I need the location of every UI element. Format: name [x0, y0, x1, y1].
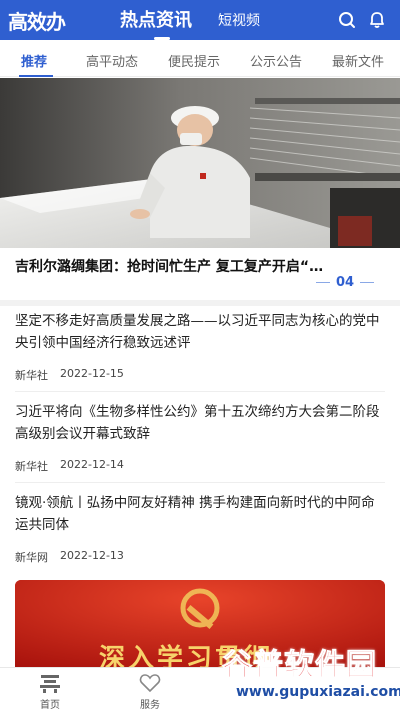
hero-title[interactable]: 吉利尔潞绸集团：抢时间忙生产 复工复产开启“…: [15, 256, 385, 276]
watermark: 谷普软件园 www.gupuxiazai.com: [218, 640, 400, 711]
pager-line-left: [316, 282, 330, 283]
subtab-recommend[interactable]: 推荐: [21, 51, 47, 70]
active-tab-indicator: [19, 75, 53, 77]
top-bar: 高效办 热点资讯 短视频: [0, 0, 400, 40]
subtab-latest-files[interactable]: 最新文件: [332, 51, 384, 70]
subtab-public-notices[interactable]: 公示公告: [250, 51, 302, 70]
tab-hot-news[interactable]: 热点资讯: [120, 6, 192, 40]
home-icon: [40, 675, 60, 693]
news-meta: 新华网 2022-12-13: [15, 549, 385, 565]
hero-carousel-image[interactable]: [0, 78, 400, 248]
news-source: 新华社: [15, 460, 48, 473]
news-date: 2022-12-15: [60, 367, 124, 380]
nav-home[interactable]: 首页: [20, 672, 80, 711]
bell-icon[interactable]: [366, 9, 388, 31]
news-source: 新华社: [15, 369, 48, 382]
list-divider: [15, 391, 385, 392]
category-tabs: 推荐 高平动态 便民提示 公示公告 最新文件: [0, 40, 400, 77]
watermark-url: www.gupuxiazai.com: [236, 684, 400, 700]
news-date: 2022-12-13: [60, 549, 124, 562]
section-divider: [0, 300, 400, 306]
list-divider: [15, 482, 385, 483]
news-title[interactable]: 镜观·领航丨弘扬中阿友好精神 携手构建面向新时代的中阿命运共同体: [15, 492, 385, 536]
list-item[interactable]: 镜观·领航丨弘扬中阿友好精神 携手构建面向新时代的中阿命运共同体 新华网 202…: [15, 492, 385, 565]
list-item[interactable]: 习近平将向《生物多样性公约》第十五次缔约方大会第二阶段高级别会议开幕式致辞 新华…: [15, 401, 385, 474]
news-meta: 新华社 2022-12-15: [15, 367, 385, 383]
pager-number: 04: [336, 275, 355, 290]
nav-service-label: 服务: [140, 700, 160, 711]
nav-service[interactable]: 服务: [120, 672, 180, 711]
news-source: 新华网: [15, 551, 48, 564]
news-title[interactable]: 坚定不移走好高质量发展之路——以习近平同志为核心的党中央引领中国经济行稳致远述评: [15, 310, 385, 354]
heart-icon: [139, 674, 161, 693]
nav-home-label: 首页: [40, 700, 60, 711]
carousel-pager: 04: [316, 275, 375, 290]
tab-short-video[interactable]: 短视频: [218, 10, 260, 30]
primary-tabs: 热点资讯 短视频: [120, 0, 260, 40]
hero-caption[interactable]: 吉利尔潞绸集团：抢时间忙生产 复工复产开启“… 04: [0, 248, 400, 300]
news-date: 2022-12-14: [60, 458, 124, 471]
subtab-gaoping-news[interactable]: 高平动态: [86, 51, 138, 70]
list-item[interactable]: 坚定不移走好高质量发展之路——以习近平同志为核心的党中央引领中国经济行稳致远述评…: [15, 310, 385, 383]
news-meta: 新华社 2022-12-14: [15, 458, 385, 474]
search-icon[interactable]: [336, 9, 358, 31]
app-logo: 高效办: [8, 10, 66, 34]
news-title[interactable]: 习近平将向《生物多样性公约》第十五次缔约方大会第二阶段高级别会议开幕式致辞: [15, 401, 385, 445]
watermark-text: 谷普软件园: [222, 648, 377, 684]
pager-line-right: [360, 282, 375, 283]
subtab-convenience-tips[interactable]: 便民提示: [168, 51, 220, 70]
